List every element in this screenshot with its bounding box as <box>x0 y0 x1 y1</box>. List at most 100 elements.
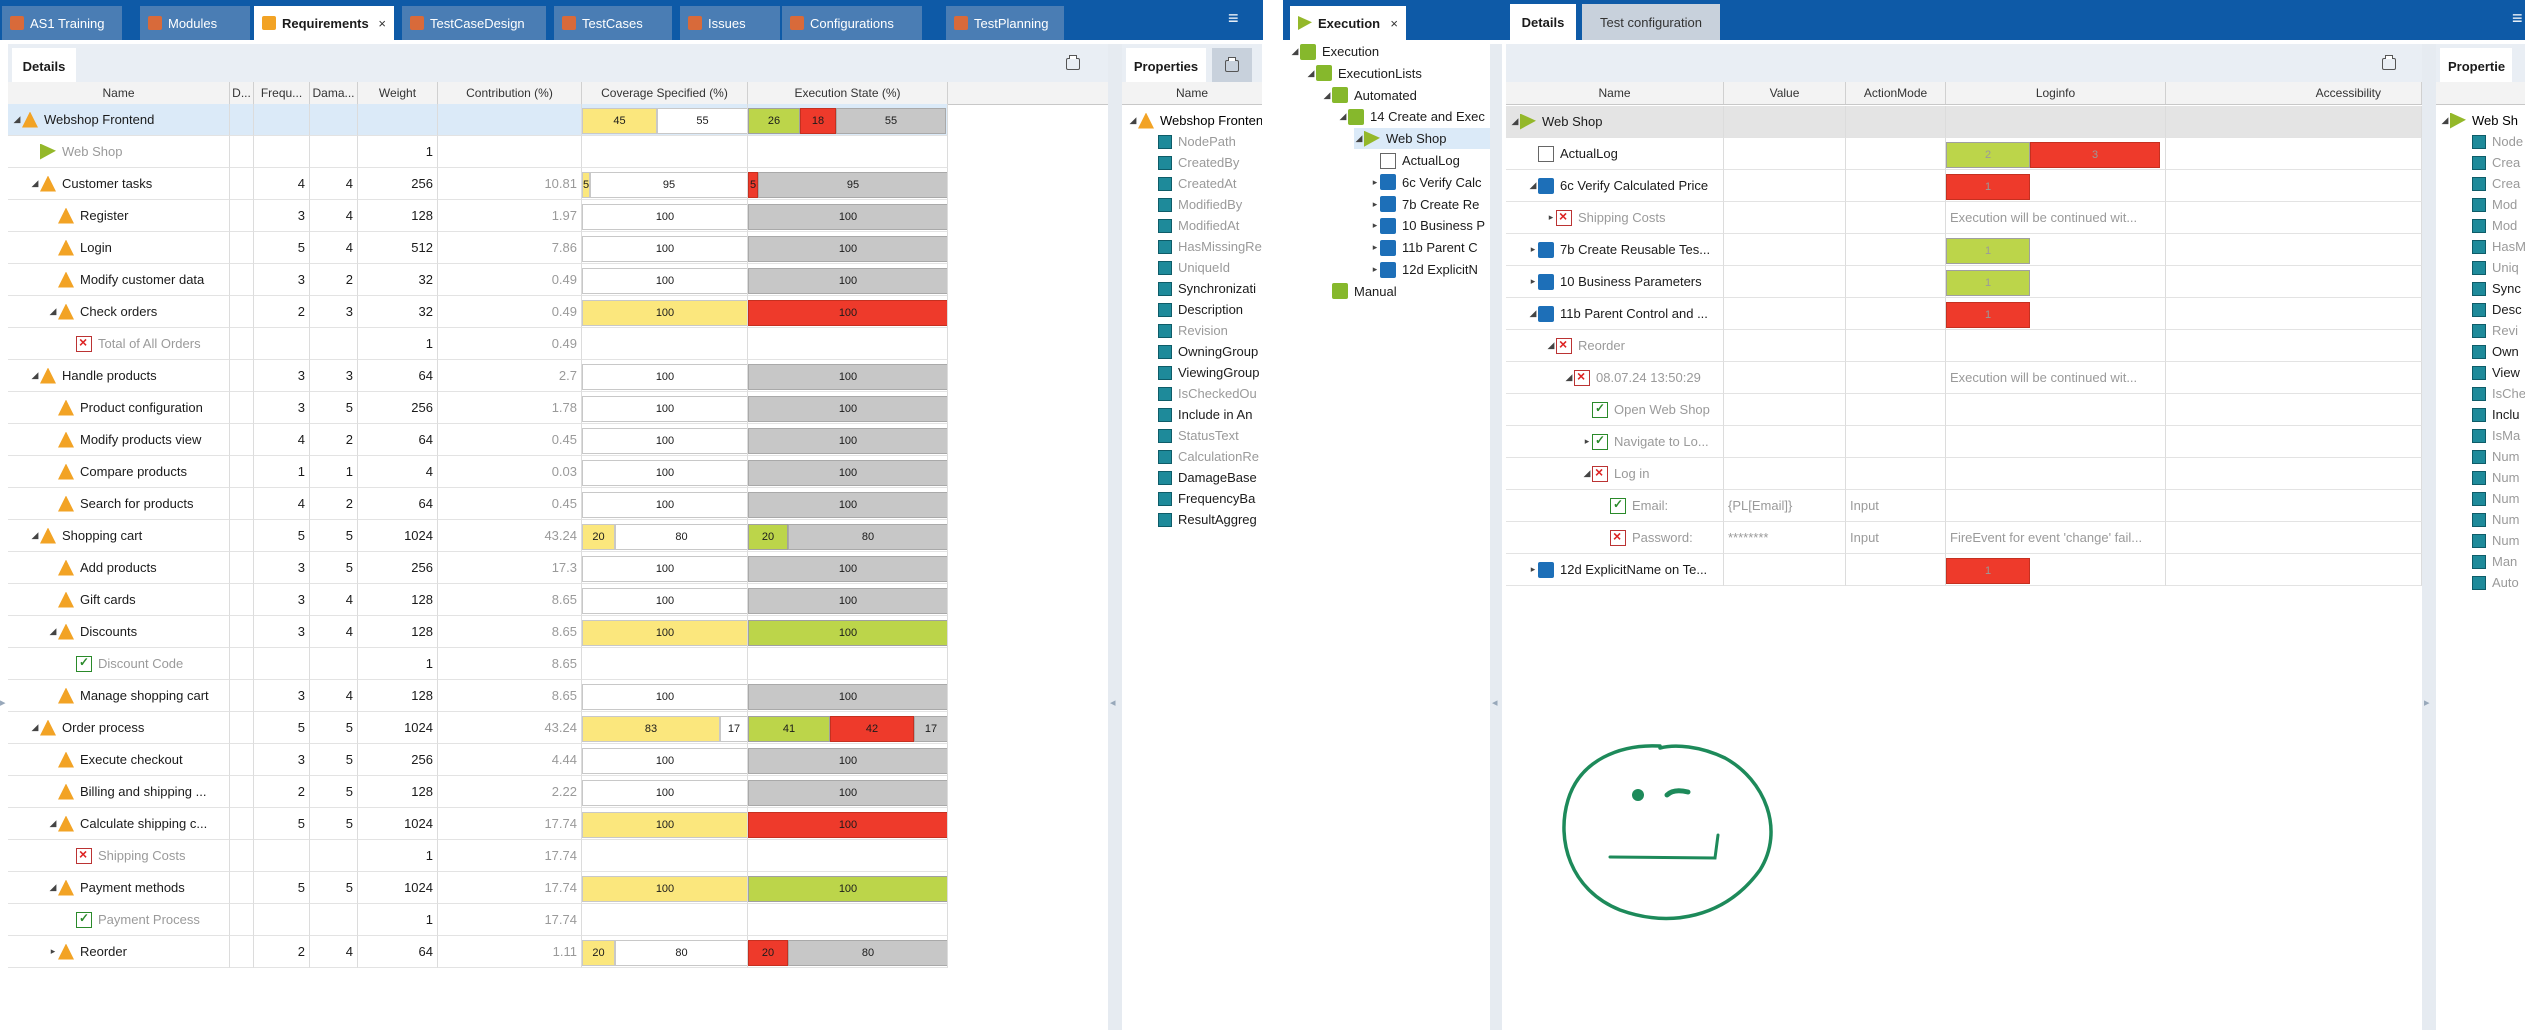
properties-print-tab[interactable] <box>1212 48 1252 84</box>
tree-item[interactable]: ◢ Execution <box>1290 41 1490 62</box>
tab-properties-right[interactable]: Propertie <box>2440 48 2512 84</box>
tab-execution[interactable]: Execution × <box>1290 6 1406 40</box>
column-header-4[interactable]: Accessibility <box>2166 82 2422 104</box>
table-row[interactable]: Register 3 4 128 1.97 100 100 <box>8 200 948 232</box>
tree-item[interactable]: ◢ Automated <box>1322 85 1490 106</box>
expander-icon[interactable]: ▸ <box>48 946 58 957</box>
tab-as1-training[interactable]: AS1 Training <box>2 6 122 40</box>
collapse-arrow-icon[interactable]: ◂ <box>1492 696 1498 709</box>
property-item[interactable]: Crea <box>2472 173 2525 194</box>
column-header-5[interactable]: Contribution (%) <box>438 82 582 104</box>
expander-icon[interactable]: ▸ <box>1370 264 1380 275</box>
property-item[interactable]: CreatedAt <box>1158 173 1262 194</box>
table-row[interactable]: ◢ 6c Verify Calculated Price 1 <box>1506 170 2422 202</box>
expander-icon[interactable]: ▸ <box>1528 276 1538 287</box>
property-item[interactable]: HasMissingRe <box>1158 236 1262 257</box>
table-row[interactable]: ▸ 10 Business Parameters 1 <box>1506 266 2422 298</box>
table-row[interactable]: Web Shop 1 <box>8 136 948 168</box>
table-row[interactable]: Search for products 4 2 64 0.45 100 100 <box>8 488 948 520</box>
property-item[interactable]: Own <box>2472 341 2525 362</box>
table-row[interactable]: ◢ Discounts 3 4 128 8.65 100 100 <box>8 616 948 648</box>
column-header-1[interactable]: D... <box>230 82 254 104</box>
expander-icon[interactable]: ◢ <box>30 530 40 541</box>
left-splitter[interactable] <box>1108 44 1122 1030</box>
table-row[interactable]: ▸ Navigate to Lo... <box>1506 426 2422 458</box>
table-row[interactable]: Modify products view 4 2 64 0.45 100 100 <box>8 424 948 456</box>
column-header-3[interactable]: Dama... <box>310 82 358 104</box>
property-item[interactable]: ViewingGroup <box>1158 362 1262 383</box>
table-row[interactable]: ◢ Reorder <box>1506 330 2422 362</box>
properties-root[interactable]: ◢ Webshop Frontend <box>1128 110 1262 131</box>
property-item[interactable]: FrequencyBa <box>1158 488 1262 509</box>
expander-icon[interactable]: ◢ <box>1564 372 1574 383</box>
table-row[interactable]: Add products 3 5 256 17.3 100 100 <box>8 552 948 584</box>
expander-icon[interactable]: ◢ <box>1354 133 1364 144</box>
tree-item[interactable]: ◢ ExecutionLists <box>1306 63 1490 84</box>
table-row[interactable]: Execute checkout 3 5 256 4.44 100 100 <box>8 744 948 776</box>
print-icon[interactable] <box>2382 55 2396 70</box>
property-item[interactable]: Include in An <box>1158 404 1262 425</box>
right-splitter[interactable] <box>2422 44 2436 1030</box>
property-item[interactable]: Auto <box>2472 572 2525 593</box>
print-icon[interactable] <box>1066 55 1080 70</box>
expander-icon[interactable]: ◢ <box>1528 308 1538 319</box>
tab-properties[interactable]: Properties <box>1126 48 1206 84</box>
tab-issues[interactable]: Issues <box>680 6 780 40</box>
tree-item[interactable]: ▸ 12d ExplicitN <box>1370 259 1490 280</box>
table-row[interactable]: ◢ 11b Parent Control and ... 1 <box>1506 298 2422 330</box>
expander-icon[interactable]: ◢ <box>1528 180 1538 191</box>
tab-testcasedesign[interactable]: TestCaseDesign <box>402 6 546 40</box>
tab-requirements[interactable]: Requirements × <box>254 6 394 40</box>
expand-arrow-icon[interactable]: ▸ <box>0 696 6 709</box>
table-row[interactable]: Modify customer data 3 2 32 0.49 100 100 <box>8 264 948 296</box>
property-item[interactable]: Revi <box>2472 320 2525 341</box>
expander-icon[interactable]: ▸ <box>1528 564 1538 575</box>
tab-modules[interactable]: Modules <box>140 6 250 40</box>
expander-icon[interactable]: ▸ <box>1370 199 1380 210</box>
expander-icon[interactable]: ◢ <box>1322 90 1332 101</box>
property-item[interactable]: Description <box>1158 299 1262 320</box>
table-row[interactable]: ▸ 12d ExplicitName on Te... 1 <box>1506 554 2422 586</box>
column-header-0[interactable]: Name <box>1506 82 1724 104</box>
table-row[interactable]: ▸ 7b Create Reusable Tes... 1 <box>1506 234 2422 266</box>
expander-icon[interactable]: ◢ <box>30 722 40 733</box>
expander-icon[interactable]: ◢ <box>30 178 40 189</box>
tree-item[interactable]: Manual <box>1322 281 1490 302</box>
column-header-7[interactable]: Execution State (%) <box>748 82 948 104</box>
column-header-6[interactable]: Coverage Specified (%) <box>582 82 748 104</box>
expander-icon[interactable]: ◢ <box>12 114 22 125</box>
expander-icon[interactable]: ◢ <box>1582 468 1592 479</box>
table-row[interactable]: Gift cards 3 4 128 8.65 100 100 <box>8 584 948 616</box>
table-row[interactable]: Compare products 1 1 4 0.03 100 100 <box>8 456 948 488</box>
property-item[interactable]: Uniq <box>2472 257 2525 278</box>
column-header-2[interactable]: ActionMode <box>1846 82 1946 104</box>
table-row[interactable]: Shipping Costs 117.74 <box>8 840 948 872</box>
table-row[interactable]: ◢ Web Shop <box>1506 106 2422 138</box>
table-row[interactable]: ◢ Webshop Frontend 45 55 26 18 55 <box>8 104 948 136</box>
tree-item[interactable]: ◢ 14 Create and Exec <box>1338 106 1490 127</box>
table-row[interactable]: ◢ Log in <box>1506 458 2422 490</box>
table-row[interactable]: Login 5 4 512 7.86 100 100 <box>8 232 948 264</box>
property-item[interactable]: IsMa <box>2472 425 2525 446</box>
table-row[interactable]: ◢ Check orders 2 3 32 0.49 100 100 <box>8 296 948 328</box>
collapse-arrow-icon[interactable]: ◂ <box>1110 696 1116 709</box>
table-row[interactable]: Product configuration 3 5 256 1.78 100 100 <box>8 392 948 424</box>
property-item[interactable]: Num <box>2472 467 2525 488</box>
expander-icon[interactable]: ▸ <box>1370 177 1380 188</box>
table-row[interactable]: ◢ Shopping cart 5 5 1024 43.24 20 80 20 80 <box>8 520 948 552</box>
table-row[interactable]: ◢ 08.07.24 13:50:29 Execution will be cont… <box>1506 362 2422 394</box>
property-item[interactable]: Num <box>2472 509 2525 530</box>
table-row[interactable]: ActualLog 2 3 <box>1506 138 2422 170</box>
table-row[interactable]: ▸ Reorder 2 4 64 1.11 20 80 20 80 <box>8 936 948 968</box>
property-item[interactable]: Inclu <box>2472 404 2525 425</box>
expander-icon[interactable]: ◢ <box>2440 115 2450 126</box>
table-row[interactable]: Open Web Shop <box>1506 394 2422 426</box>
property-item[interactable]: ResultAggreg <box>1158 509 1262 530</box>
expander-icon[interactable]: ◢ <box>48 882 58 893</box>
properties-root[interactable]: ◢ Web Sh <box>2440 110 2525 131</box>
table-row[interactable]: ▸ Shipping Costs Execution will be continu… <box>1506 202 2422 234</box>
property-item[interactable]: Mod <box>2472 215 2525 236</box>
property-item[interactable]: Num <box>2472 446 2525 467</box>
property-item[interactable]: OwningGroup <box>1158 341 1262 362</box>
expander-icon[interactable]: ◢ <box>1290 46 1300 57</box>
